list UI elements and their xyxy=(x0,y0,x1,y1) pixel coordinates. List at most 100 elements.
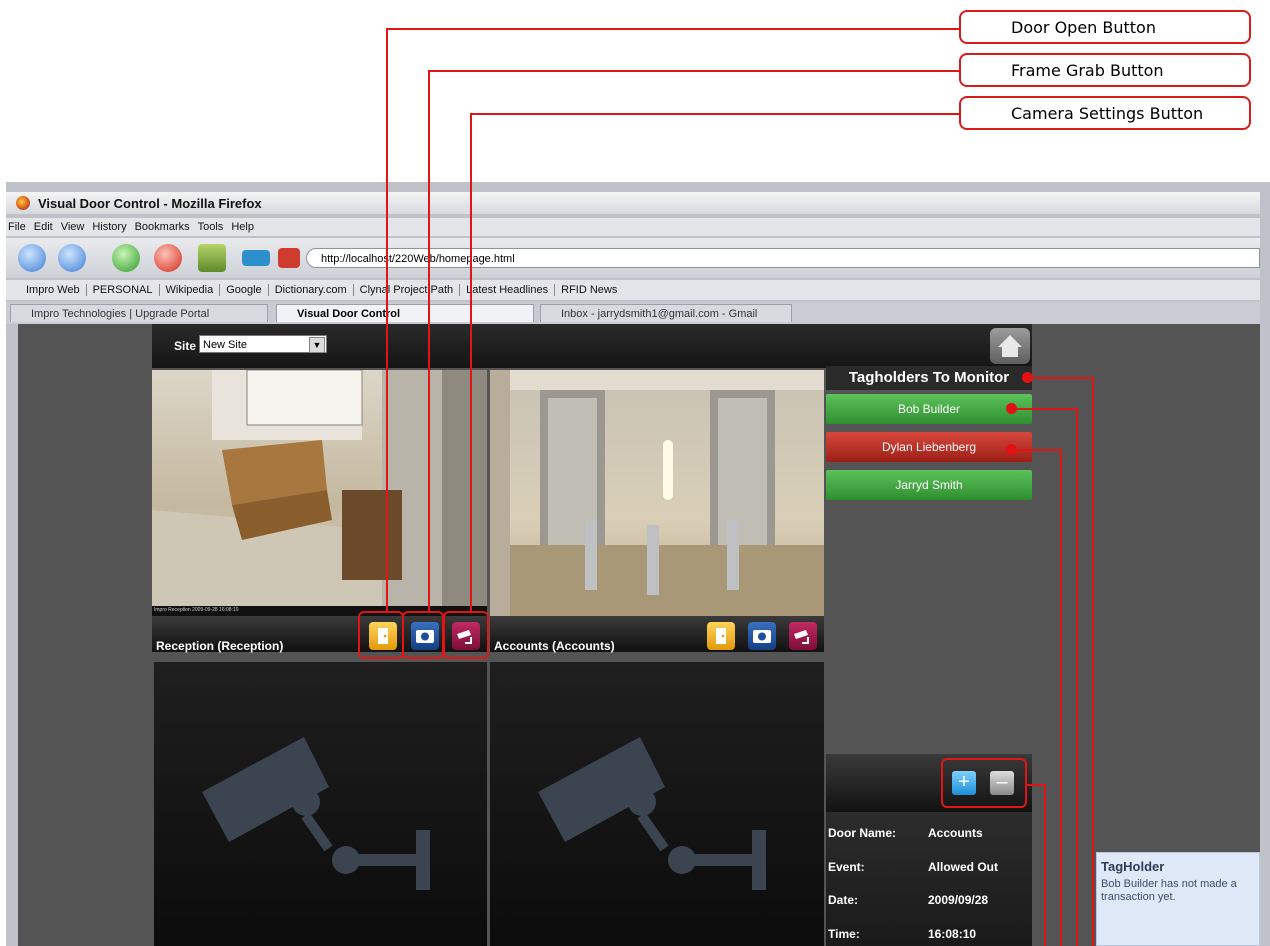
home-button[interactable] xyxy=(990,328,1030,364)
home-icon xyxy=(998,335,1022,357)
tagholder-name: Jarryd Smith xyxy=(895,478,963,492)
stop-button[interactable] xyxy=(154,244,182,272)
site-select-value: New Site xyxy=(203,339,248,351)
cctv-placeholder-icon xyxy=(538,737,766,890)
zoom-connector-h xyxy=(1026,784,1046,786)
tab-upgrade-portal-label: Impro Technologies | Upgrade Portal xyxy=(31,308,210,320)
bookmark-personal[interactable]: PERSONAL xyxy=(87,284,160,296)
navigation-toolbar: http://localhost/220Web/homepage.html xyxy=(6,238,1260,278)
door-name-value: Accounts xyxy=(928,826,983,840)
tagholders-connector-v xyxy=(1092,377,1094,946)
tagholder-bob-builder[interactable]: Bob Builder xyxy=(826,394,1032,424)
bookmark-wikipedia[interactable]: Wikipedia xyxy=(160,284,221,296)
tab-bar: Impro Technologies | Upgrade Portal Visu… xyxy=(6,302,1260,324)
camera-slot-empty-1 xyxy=(154,662,487,946)
bookmark-latest-headlines[interactable]: Latest Headlines xyxy=(460,284,556,296)
site-select[interactable]: New Site ▼ xyxy=(199,335,327,353)
tooltip-title: TagHolder xyxy=(1101,859,1165,874)
camera-settings-button-accounts[interactable] xyxy=(789,622,817,650)
back-button[interactable] xyxy=(18,244,46,272)
browser-window: Visual Door Control - Mozilla Firefox Fi… xyxy=(6,182,1270,946)
door-open-button-accounts[interactable] xyxy=(707,622,735,650)
dylan-connector-h xyxy=(1014,449,1062,451)
door-open-connector-h xyxy=(386,28,960,30)
bookmark-dictionary[interactable]: Dictionary.com xyxy=(269,284,354,296)
title-bar: Visual Door Control - Mozilla Firefox xyxy=(6,192,1260,214)
bookmark-google[interactable]: Google xyxy=(220,284,269,296)
camera-overlay-text: Impro Reception 2009-09-28 16:08:10 xyxy=(154,607,239,613)
bob-builder-connector-h xyxy=(1014,408,1078,410)
tab-gmail-inbox-label: Inbox - jarrydsmith1@gmail.com - Gmail xyxy=(561,308,758,320)
frame-grab-callout: Frame Grab Button xyxy=(959,53,1251,87)
accounts-scene-image xyxy=(490,370,824,616)
camera-label-reception: Reception (Reception) xyxy=(156,639,284,653)
date-label: Date: xyxy=(828,893,859,907)
menu-bar: File Edit View History Bookmarks Tools H… xyxy=(6,218,1260,236)
time-value: 16:08:10 xyxy=(928,927,977,941)
site-label: Site xyxy=(174,339,197,353)
menu-history[interactable]: History xyxy=(92,221,126,233)
reload-button[interactable] xyxy=(112,244,140,272)
door-name-label: Door Name: xyxy=(828,826,897,840)
door-icon xyxy=(716,628,726,644)
url-text: http://localhost/220Web/homepage.html xyxy=(321,253,515,265)
frame-grab-highlight xyxy=(402,611,444,659)
home-icon[interactable] xyxy=(198,244,226,272)
zoom-buttons-highlight xyxy=(941,758,1027,808)
tab-visual-door-control-label: Visual Door Control xyxy=(297,308,401,320)
zoom-connector-v xyxy=(1044,784,1046,946)
menu-bookmarks[interactable]: Bookmarks xyxy=(135,221,190,233)
camera-settings-connector-v xyxy=(470,113,472,612)
sidebar-icon[interactable] xyxy=(242,250,270,266)
camera-settings-callout-text: Camera Settings Button xyxy=(1011,103,1204,123)
camera-settings-connector-h xyxy=(470,113,960,115)
bookmark-project-path[interactable]: Clynal Project Path xyxy=(354,284,461,296)
chevron-down-icon: ▼ xyxy=(309,337,325,353)
firefox-icon xyxy=(16,196,30,210)
door-open-connector-v xyxy=(386,28,388,612)
date-value: 2009/09/28 xyxy=(928,893,989,907)
tagholders-connector-h xyxy=(1030,377,1094,379)
camera-slot-empty-2 xyxy=(490,662,824,946)
camera-settings-highlight xyxy=(443,611,489,659)
menu-tools[interactable]: Tools xyxy=(198,221,224,233)
tab-upgrade-portal[interactable]: Impro Technologies | Upgrade Portal xyxy=(10,304,268,322)
time-label: Time: xyxy=(828,927,860,941)
menu-help[interactable]: Help xyxy=(231,221,254,233)
camera-feed-reception: Impro Reception 2009-09-28 16:08:10 xyxy=(152,370,487,616)
door-open-callout: Door Open Button xyxy=(959,10,1251,44)
menu-file[interactable]: File xyxy=(8,221,26,233)
tab-gmail-inbox[interactable]: Inbox - jarrydsmith1@gmail.com - Gmail xyxy=(540,304,792,322)
url-bar[interactable]: http://localhost/220Web/homepage.html xyxy=(306,248,1260,268)
tagholder-tooltip: TagHolder Bob Builder has not made a tra… xyxy=(1096,852,1260,946)
menu-view[interactable]: View xyxy=(61,221,85,233)
tagholders-title: Tagholders To Monitor xyxy=(826,366,1032,390)
tagholder-dylan-liebenberg[interactable]: Dylan Liebenberg xyxy=(826,432,1032,462)
camera-icon xyxy=(753,630,771,643)
menu-edit[interactable]: Edit xyxy=(34,221,53,233)
tagholder-jarryd-smith[interactable]: Jarryd Smith xyxy=(826,470,1032,500)
tagholder-name: Bob Builder xyxy=(897,402,961,416)
frame-grab-button-accounts[interactable] xyxy=(748,622,776,650)
camera-settings-callout: Camera Settings Button xyxy=(959,96,1251,130)
frame-grab-connector-h xyxy=(428,70,960,72)
page-viewport: Site New Site ▼ Impro Reception 2009-09-… xyxy=(18,324,1260,946)
bookmark-impro-web[interactable]: Impro Web xyxy=(20,284,87,296)
bob-builder-connector-v xyxy=(1076,408,1078,946)
forward-button[interactable] xyxy=(58,244,86,272)
dylan-connector-v xyxy=(1060,449,1062,946)
tooltip-text: Bob Builder has not made a transaction y… xyxy=(1101,878,1237,903)
bookmarks-bar: Impro Web PERSONAL Wikipedia Google Dict… xyxy=(6,280,1260,300)
tab-visual-door-control[interactable]: Visual Door Control xyxy=(276,304,534,322)
event-value: Allowed Out xyxy=(928,860,998,874)
cctv-placeholder-icon xyxy=(202,737,430,890)
bookmark-icon[interactable] xyxy=(278,248,300,268)
tagholders-title-text: Tagholders To Monitor xyxy=(848,369,1010,386)
frame-grab-connector-v xyxy=(428,70,430,612)
camera-feed-accounts xyxy=(490,370,824,616)
door-open-highlight xyxy=(358,611,404,659)
window-title: Visual Door Control - Mozilla Firefox xyxy=(38,195,262,211)
door-open-callout-text: Door Open Button xyxy=(1011,17,1156,37)
camera-label-accounts: Accounts (Accounts) xyxy=(494,639,615,653)
bookmark-rfid-news[interactable]: RFID News xyxy=(555,284,623,296)
